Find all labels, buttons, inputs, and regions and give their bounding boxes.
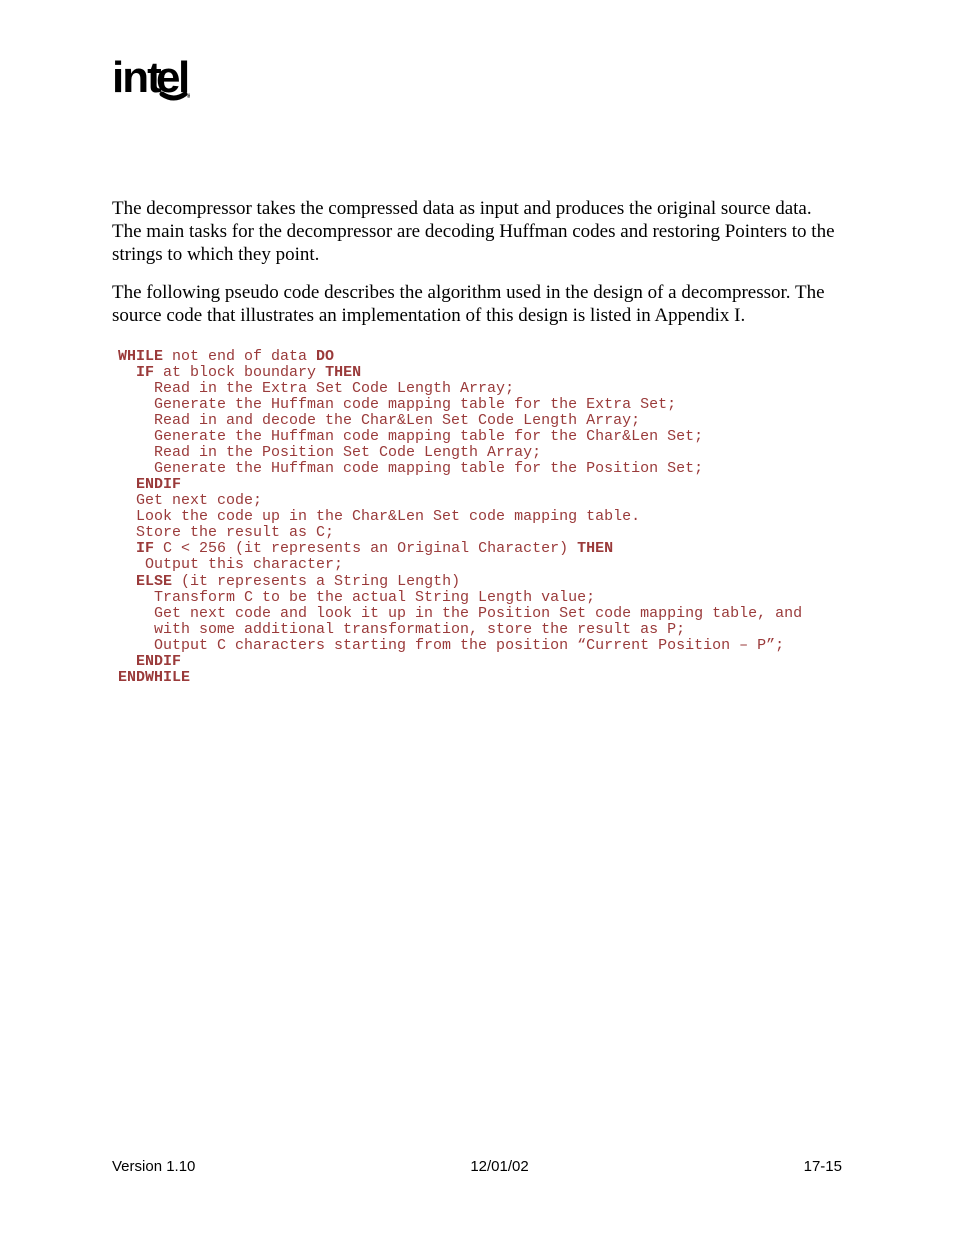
code-text: Output C characters starting from the po… bbox=[118, 637, 784, 654]
intel-logo: int e l ® bbox=[112, 58, 190, 109]
kw-else: ELSE bbox=[136, 573, 172, 590]
code-text: at block boundary bbox=[154, 364, 325, 381]
intel-logo-svg: int e l ® bbox=[112, 58, 190, 102]
paragraph-2: The following pseudo code describes the … bbox=[112, 281, 842, 327]
svg-text:®: ® bbox=[187, 93, 190, 100]
code-text: Read in and decode the Char&Len Set Code… bbox=[118, 412, 640, 429]
code-text: C < 256 (it represents an Original Chara… bbox=[154, 540, 577, 557]
kw-then: THEN bbox=[325, 364, 361, 381]
kw-endif: ENDIF bbox=[136, 476, 181, 493]
code-text: Read in the Extra Set Code Length Array; bbox=[118, 380, 514, 397]
kw-if: IF bbox=[136, 364, 154, 381]
footer-date: 12/01/02 bbox=[470, 1158, 528, 1175]
paragraph-1: The decompressor takes the compressed da… bbox=[112, 197, 842, 267]
footer-page-number: 17-15 bbox=[804, 1158, 842, 1175]
pseudocode-block: WHILE not end of data DO IF at block bou… bbox=[118, 349, 842, 686]
code-text: Generate the Huffman code mapping table … bbox=[118, 396, 676, 413]
code-text: Transform C to be the actual String Leng… bbox=[118, 589, 595, 606]
code-text: Generate the Huffman code mapping table … bbox=[118, 428, 703, 445]
code-text: Get next code; bbox=[118, 492, 262, 509]
kw-then: THEN bbox=[577, 540, 613, 557]
code-text: (it represents a String Length) bbox=[172, 573, 460, 590]
kw-endif: ENDIF bbox=[136, 653, 181, 670]
kw-endwhile: ENDWHILE bbox=[118, 669, 190, 686]
code-text: Read in the Position Set Code Length Arr… bbox=[118, 444, 541, 461]
page-footer: Version 1.10 12/01/02 17-15 bbox=[112, 1158, 842, 1175]
kw-if: IF bbox=[136, 540, 154, 557]
footer-version: Version 1.10 bbox=[112, 1158, 195, 1175]
kw-do: DO bbox=[316, 348, 334, 365]
page-content: int e l ® The decompressor takes the com… bbox=[0, 0, 954, 686]
code-text: Generate the Huffman code mapping table … bbox=[118, 460, 703, 477]
code-text: with some additional transformation, sto… bbox=[118, 621, 685, 638]
code-text: Look the code up in the Char&Len Set cod… bbox=[118, 508, 640, 525]
code-text: Store the result as C; bbox=[118, 524, 334, 541]
code-text: Output this character; bbox=[118, 556, 343, 573]
kw-while: WHILE bbox=[118, 348, 163, 365]
code-text: Get next code and look it up in the Posi… bbox=[118, 605, 802, 622]
code-text: not end of data bbox=[163, 348, 316, 365]
